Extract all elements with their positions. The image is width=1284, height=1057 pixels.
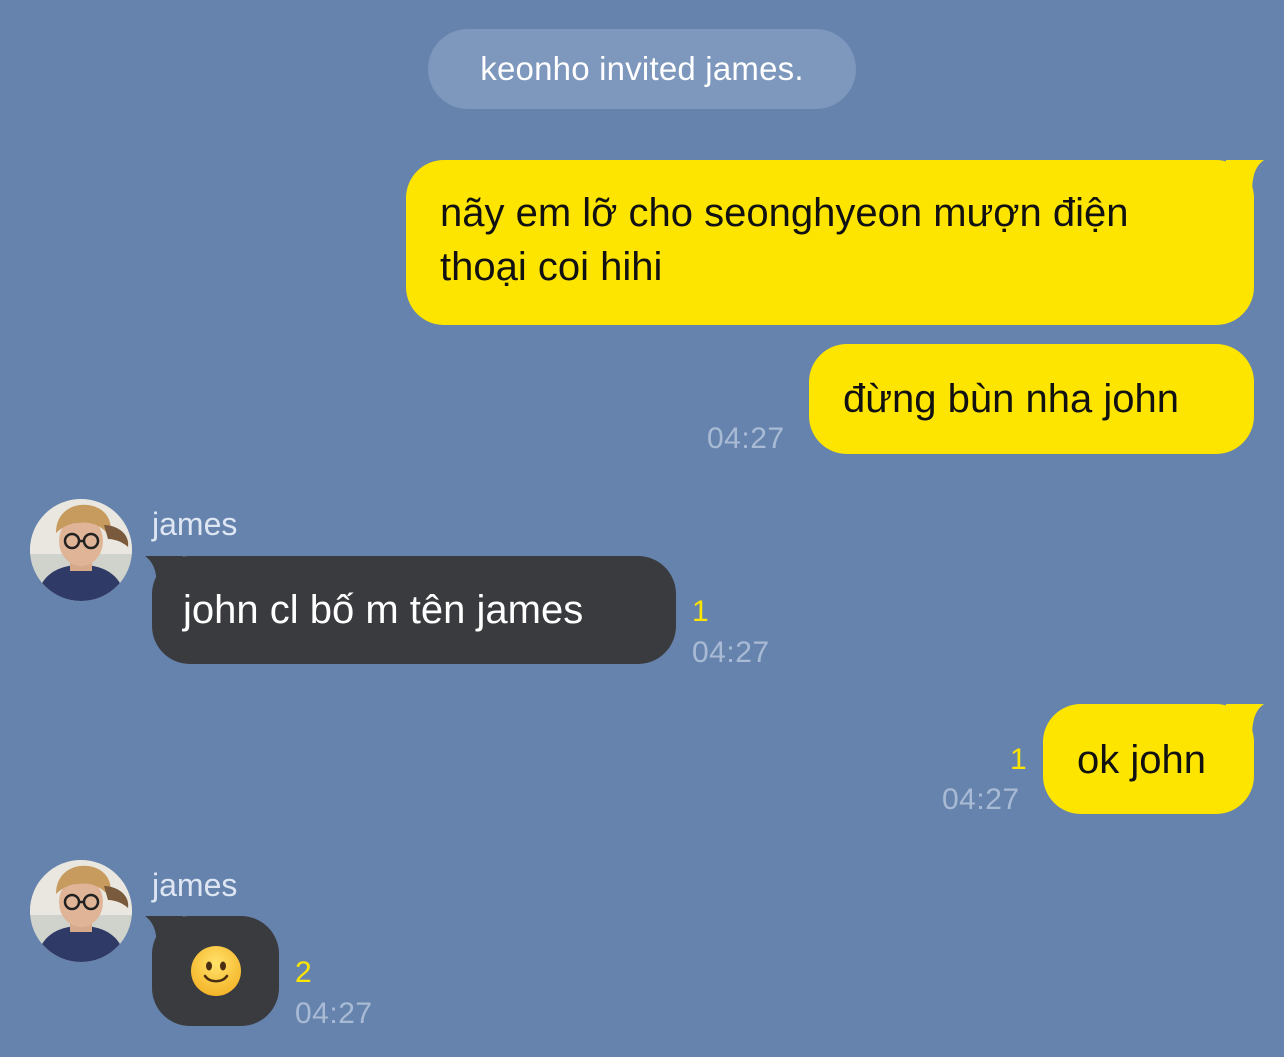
avatar-photo (30, 499, 132, 601)
message-text: john cl bố m tên james (183, 588, 584, 632)
message-timestamp: 04:27 (942, 783, 1020, 816)
bubble-tail (1226, 704, 1264, 738)
unread-count: 1 (1010, 743, 1027, 776)
incoming-message-bubble[interactable] (152, 916, 279, 1026)
message-text-line-1: nãy em lỡ cho seonghyeon mượn điện (440, 191, 1129, 235)
outgoing-message-bubble[interactable]: đừng bùn nha john (809, 344, 1254, 454)
avatar[interactable] (30, 499, 132, 601)
avatar-photo (30, 860, 132, 962)
message-text-line-2: thoại coi hihi (440, 245, 663, 289)
sender-name: james (152, 506, 238, 542)
message-timestamp: 04:27 (707, 422, 785, 455)
slightly-smiling-face-icon (190, 946, 241, 996)
outgoing-message-bubble[interactable]: ok john (1043, 704, 1254, 814)
message-timestamp: 04:27 (295, 997, 373, 1030)
incoming-message-bubble[interactable]: john cl bố m tên james (152, 556, 676, 664)
system-notice-invite: keonho invited james. (428, 29, 856, 109)
unread-count: 2 (295, 956, 312, 989)
avatar[interactable] (30, 860, 132, 962)
bubble-tail (1226, 160, 1264, 194)
system-notice-text: keonho invited james. (480, 50, 804, 87)
message-text: đừng bùn nha john (843, 377, 1179, 421)
message-timestamp: 04:27 (692, 636, 770, 669)
outgoing-message-bubble[interactable]: nãy em lỡ cho seonghyeon mượn điện thoại… (406, 160, 1254, 325)
sender-name: james (152, 867, 238, 903)
message-text: ok john (1077, 738, 1206, 782)
unread-count: 1 (692, 595, 709, 628)
